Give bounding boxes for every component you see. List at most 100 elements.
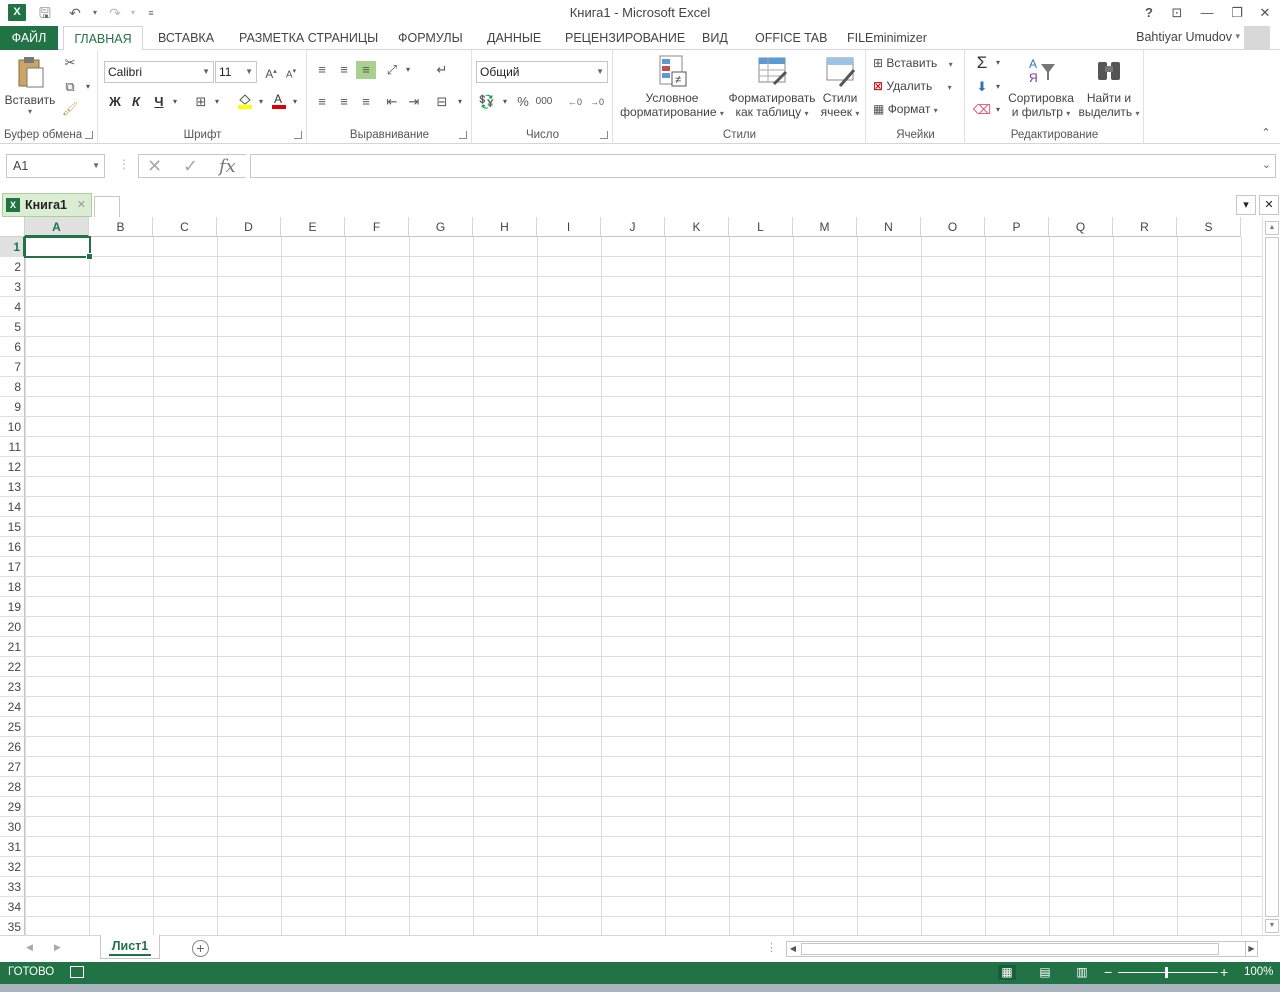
row-header[interactable]: 21 <box>0 637 25 657</box>
align-left-icon[interactable]: ≡ <box>312 93 332 111</box>
column-header[interactable]: Q <box>1049 217 1113 237</box>
wrap-text-icon[interactable]: ↵ <box>432 61 452 79</box>
cells-area[interactable] <box>25 237 1262 935</box>
conditional-formatting-button[interactable]: ≠ Условное форматирование ▾ <box>618 54 726 119</box>
row-header[interactable]: 19 <box>0 597 25 617</box>
sheet-next-icon[interactable]: ▶ <box>54 942 61 953</box>
tab-file[interactable]: ФАЙЛ <box>0 26 58 50</box>
add-sheet-icon[interactable]: + <box>192 940 209 957</box>
cell-styles-button[interactable]: Стили ячеек ▾ <box>816 54 864 119</box>
font-name-combo[interactable]: Calibri ▼ <box>104 61 214 83</box>
row-header[interactable]: 28 <box>0 777 25 797</box>
scroll-left-icon[interactable]: ◀ <box>787 942 799 956</box>
insert-cells-button[interactable]: ⊞ Вставить ▾ <box>873 56 963 70</box>
column-header[interactable]: I <box>537 217 601 237</box>
formula-input[interactable]: ⌄ <box>250 154 1276 178</box>
row-header[interactable]: 33 <box>0 877 25 897</box>
decrease-font-size-icon[interactable]: A▾ <box>281 63 301 81</box>
align-right-icon[interactable]: ≡ <box>356 93 376 111</box>
merge-center-icon[interactable]: ⊟ <box>432 93 452 111</box>
tab-insert[interactable]: ВСТАВКА <box>158 26 214 50</box>
column-header[interactable]: F <box>345 217 409 237</box>
alignment-launcher-icon[interactable] <box>459 131 467 139</box>
format-cells-button[interactable]: ▦ Формат ▾ <box>873 102 963 116</box>
page-layout-view-icon[interactable]: ▤ <box>1036 965 1054 980</box>
row-header[interactable]: 3 <box>0 277 25 297</box>
row-header[interactable]: 18 <box>0 577 25 597</box>
customize-qat-icon[interactable]: ≡ <box>140 3 162 23</box>
name-box[interactable]: A1 ▼ <box>6 154 105 178</box>
orientation-dropdown-icon[interactable]: ▾ <box>398 61 418 79</box>
row-header[interactable]: 14 <box>0 497 25 517</box>
comma-style-button[interactable]: 000 <box>534 93 554 111</box>
number-launcher-icon[interactable] <box>600 131 608 139</box>
row-header[interactable]: 1 <box>0 237 25 257</box>
zoom-slider-knob[interactable] <box>1165 967 1168 978</box>
tab-page-layout[interactable]: РАЗМЕТКА СТРАНИЦЫ <box>239 26 378 50</box>
select-all-corner[interactable] <box>0 217 25 237</box>
document-tab[interactable]: X Книга1 ✕ <box>2 193 92 217</box>
save-icon[interactable]: 🖫 <box>34 3 56 23</box>
expand-formula-bar-icon[interactable]: ⌄ <box>1262 158 1271 171</box>
restore-button[interactable]: ❐ <box>1222 2 1252 24</box>
row-header[interactable]: 5 <box>0 317 25 337</box>
paste-button[interactable]: Вставить ▾ <box>4 54 56 116</box>
row-header[interactable]: 35 <box>0 917 25 935</box>
underline-dropdown-icon[interactable]: ▾ <box>165 93 185 111</box>
row-header[interactable]: 20 <box>0 617 25 637</box>
scroll-right-icon[interactable]: ▶ <box>1245 942 1257 956</box>
undo-icon[interactable]: ↶ <box>64 3 86 23</box>
row-header[interactable]: 7 <box>0 357 25 377</box>
format-as-table-button[interactable]: Форматировать как таблицу ▾ <box>724 54 820 119</box>
align-bottom-icon[interactable]: ≡ <box>356 61 376 79</box>
tab-review[interactable]: РЕЦЕНЗИРОВАНИЕ <box>565 26 685 50</box>
merge-dropdown-icon[interactable]: ▾ <box>450 93 470 111</box>
font-launcher-icon[interactable] <box>294 131 302 139</box>
copy-icon[interactable]: ⧉ <box>60 78 80 96</box>
enter-entry-icon[interactable]: ✓ <box>183 156 198 177</box>
font-size-combo[interactable]: 11 ▼ <box>215 61 257 83</box>
number-format-dropdown-icon[interactable]: ▼ <box>596 62 604 82</box>
normal-view-icon[interactable]: ▦ <box>998 965 1016 980</box>
align-top-icon[interactable]: ≡ <box>312 61 332 79</box>
clipboard-launcher-icon[interactable] <box>85 131 93 139</box>
column-header[interactable]: E <box>281 217 345 237</box>
formula-bar-grip-icon[interactable]: ⋮ <box>118 157 130 171</box>
row-header[interactable]: 31 <box>0 837 25 857</box>
scroll-down-icon[interactable]: ▼ <box>1265 919 1279 933</box>
column-header[interactable]: S <box>1177 217 1241 237</box>
column-header[interactable]: M <box>793 217 857 237</box>
tab-office-tab[interactable]: OFFICE TAB <box>755 26 827 50</box>
row-header[interactable]: 4 <box>0 297 25 317</box>
avatar[interactable] <box>1244 26 1270 50</box>
row-header[interactable]: 22 <box>0 657 25 677</box>
bold-button[interactable]: Ж <box>105 93 125 111</box>
row-header[interactable]: 15 <box>0 517 25 537</box>
close-document-tab-icon[interactable]: ✕ <box>77 194 86 216</box>
row-header[interactable]: 25 <box>0 717 25 737</box>
font-size-dropdown-icon[interactable]: ▼ <box>245 62 253 82</box>
copy-dropdown-icon[interactable]: ▾ <box>78 78 98 96</box>
row-header[interactable]: 29 <box>0 797 25 817</box>
delete-cells-button[interactable]: ⊠ Удалить ▾ <box>873 79 963 93</box>
name-box-dropdown-icon[interactable]: ▼ <box>92 155 100 177</box>
tab-home[interactable]: ГЛАВНАЯ <box>63 26 143 51</box>
column-header[interactable]: A <box>25 217 89 237</box>
percent-style-button[interactable]: % <box>513 93 533 111</box>
row-header[interactable]: 17 <box>0 557 25 577</box>
borders-dropdown-icon[interactable]: ▾ <box>207 93 227 111</box>
cut-icon[interactable]: ✂ <box>60 54 80 72</box>
help-button[interactable]: ? <box>1134 2 1164 24</box>
minimize-button[interactable]: — <box>1192 2 1222 24</box>
vertical-scrollbar[interactable]: ▲ ▼ <box>1262 217 1280 935</box>
excel-logo-icon[interactable]: X <box>8 4 26 21</box>
sheet-tab-list1[interactable]: Лист1 <box>100 935 160 959</box>
align-center-icon[interactable]: ≡ <box>334 93 354 111</box>
horizontal-scroll-thumb[interactable] <box>801 943 1219 955</box>
new-document-tab[interactable] <box>94 196 120 217</box>
row-header[interactable]: 34 <box>0 897 25 917</box>
column-header[interactable]: P <box>985 217 1049 237</box>
accounting-format-icon[interactable]: 💱 <box>477 93 497 111</box>
paste-dropdown-icon[interactable]: ▾ <box>4 107 56 116</box>
column-header[interactable]: J <box>601 217 665 237</box>
